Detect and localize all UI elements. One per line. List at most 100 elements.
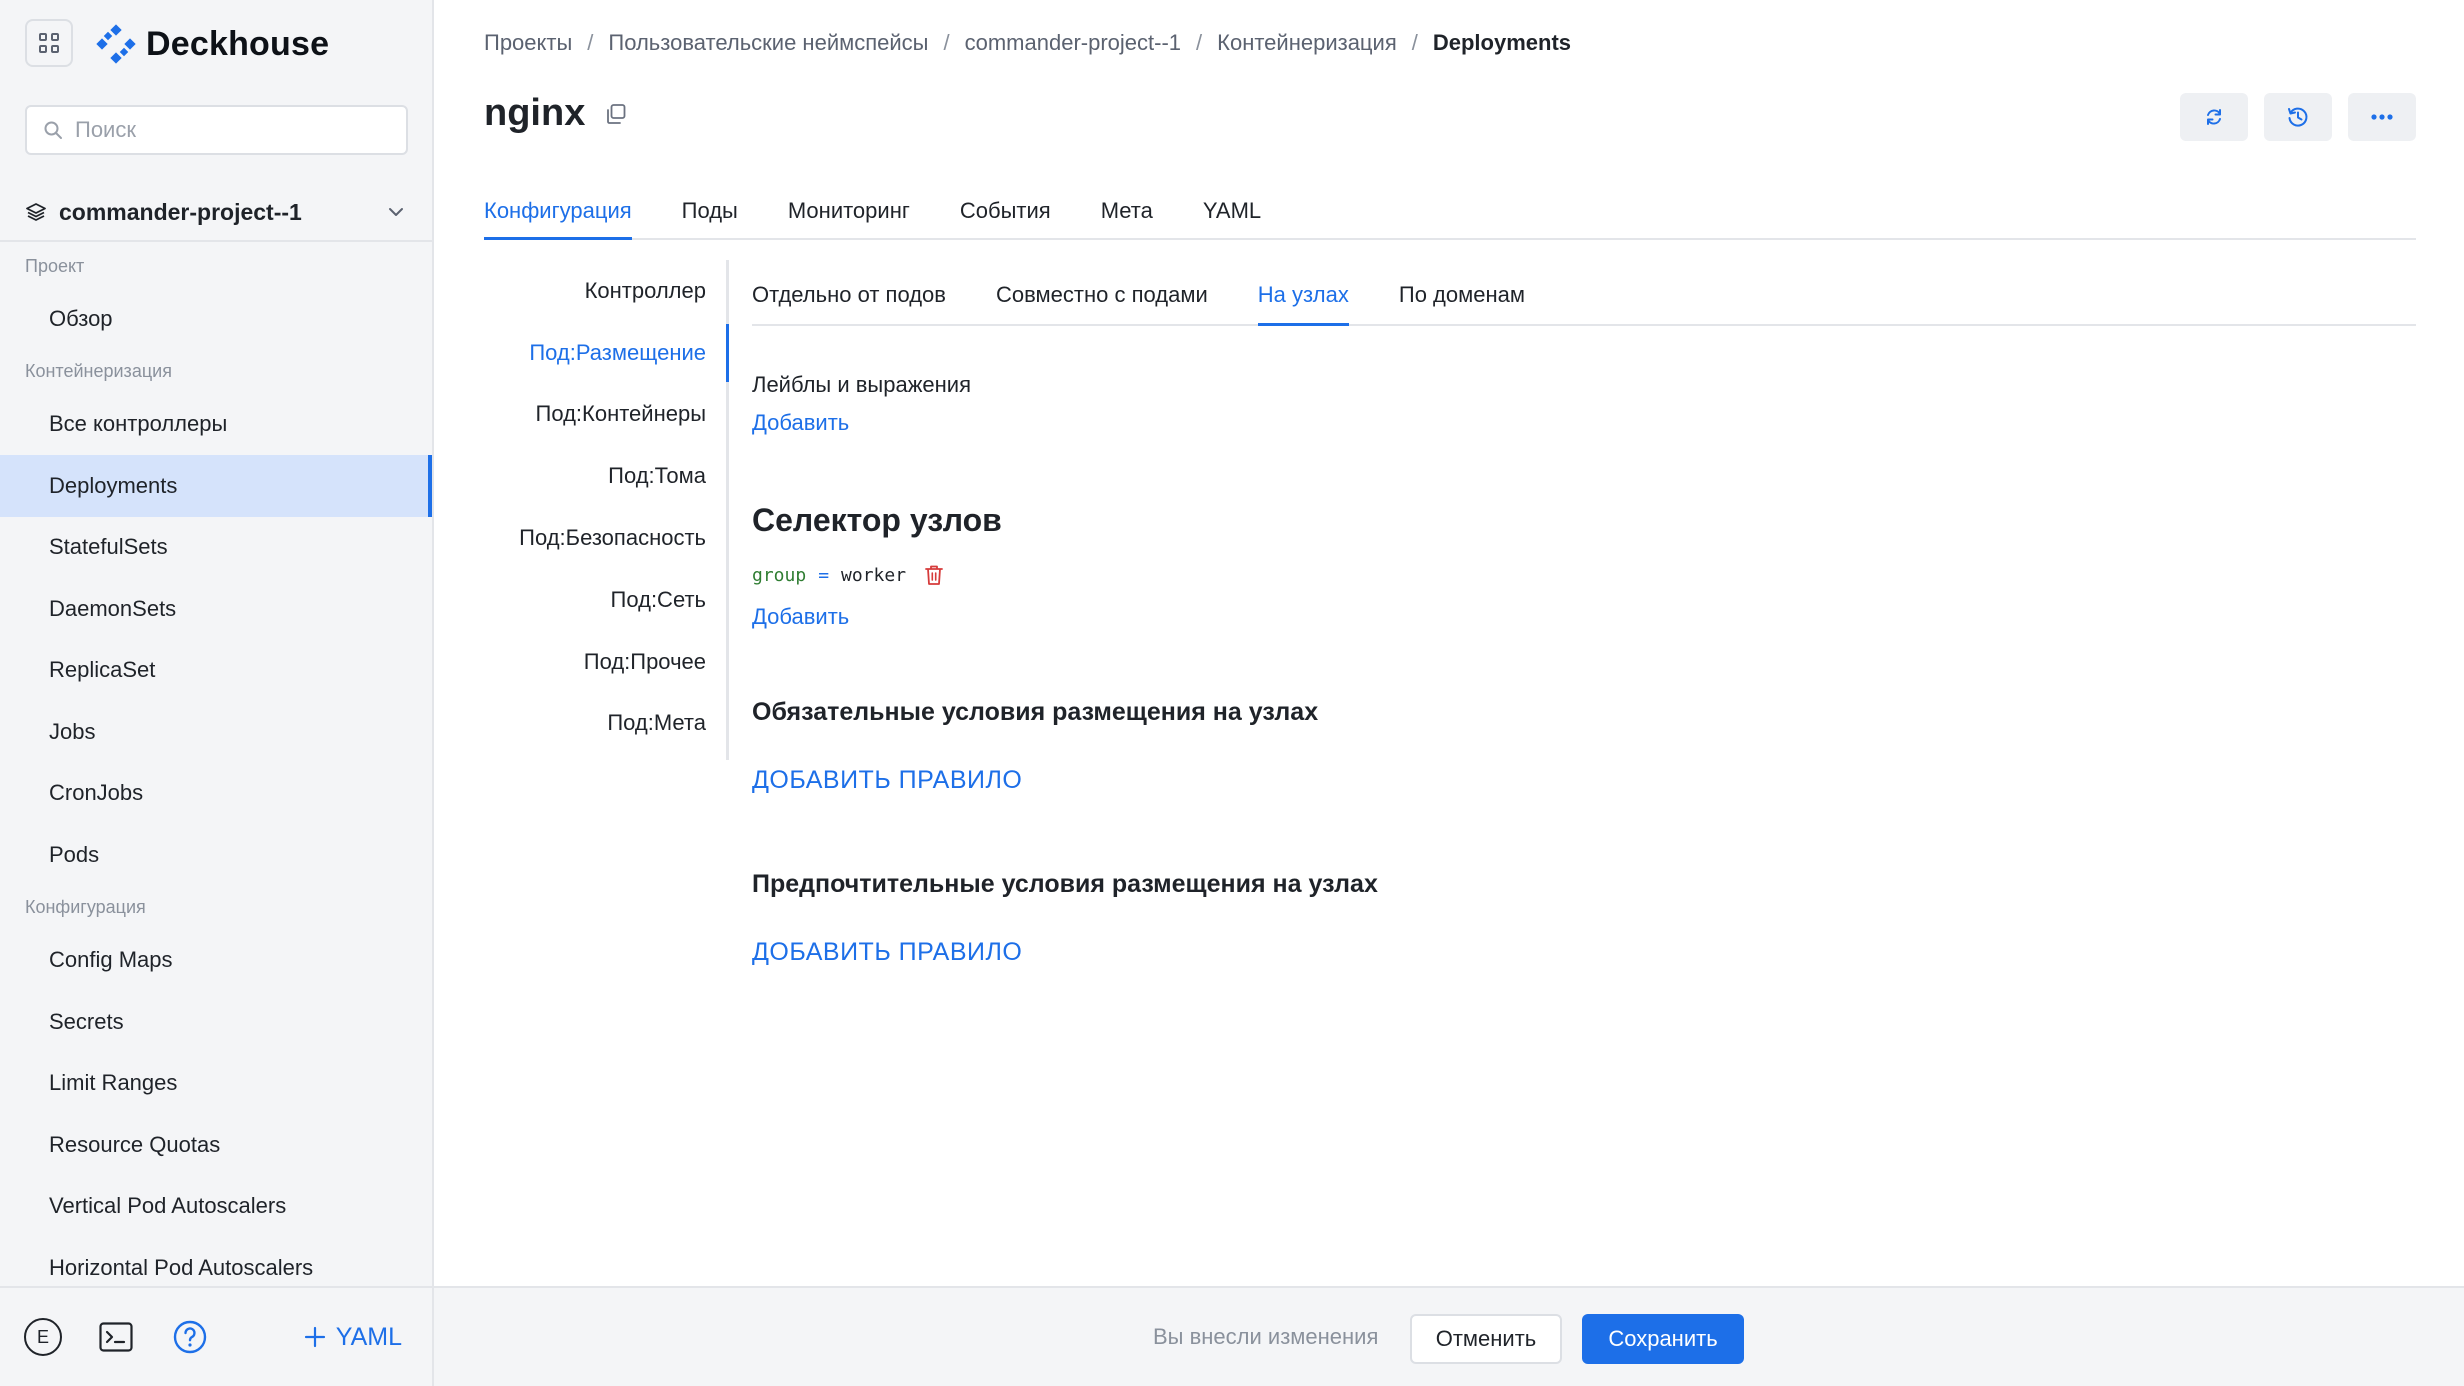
breadcrumb-separator: / <box>1411 30 1418 55</box>
apps-grid-icon <box>39 33 59 53</box>
history-icon <box>2288 107 2308 127</box>
sidebar-item-обзор[interactable]: Обзор <box>0 288 432 350</box>
add-selector-link[interactable]: Добавить <box>752 604 849 630</box>
config-nav-item[interactable]: Под:Безопасность <box>484 507 726 569</box>
help-button[interactable] <box>170 1317 210 1357</box>
sidebar-item-secrets[interactable]: Secrets <box>0 991 432 1053</box>
breadcrumb-separator: / <box>943 30 950 55</box>
selector-value: worker <box>841 564 907 586</box>
tab-yaml[interactable]: YAML <box>1203 190 1261 240</box>
sidebar-header: Deckhouse <box>0 0 432 88</box>
selector-key: group <box>752 564 807 586</box>
chevron-down-icon <box>389 208 403 216</box>
project-selector[interactable]: commander-project--1 <box>0 184 432 242</box>
add-preferred-rule-link[interactable]: ДОБАВИТЬ ПРАВИЛО <box>752 938 1022 967</box>
sidebar-item-limit-ranges[interactable]: Limit Ranges <box>0 1053 432 1115</box>
sidebar: Deckhouse commander-project--1 Проект Обз… <box>0 0 434 1386</box>
nav-section-title: Конфигурация <box>25 897 146 917</box>
node-selector-entry: group = worker <box>752 564 944 586</box>
delete-selector-button[interactable] <box>924 564 944 586</box>
avatar[interactable]: E <box>24 1318 62 1356</box>
refresh-button[interactable] <box>2180 93 2248 141</box>
sidebar-item-все-контроллеры[interactable]: Все контроллеры <box>0 394 432 456</box>
placement-panel: Отдельно от подов Совместно с подами На уз… <box>752 262 2416 966</box>
subtab-item[interactable]: По доменам <box>1399 262 1525 326</box>
config-nav-item[interactable]: Под:Размещение <box>484 322 729 384</box>
config-nav-item[interactable]: Под:Тома <box>484 445 726 507</box>
breadcrumb-separator: / <box>587 30 594 55</box>
sidebar-nav: Проект Обзор Контейнеризация Все контроллер… <box>0 244 432 1284</box>
more-horizontal-icon <box>2371 114 2393 120</box>
brand-name: Deckhouse <box>146 24 330 63</box>
tab-мониторинг[interactable]: Мониторинг <box>788 190 910 240</box>
sidebar-item-jobs[interactable]: Jobs <box>0 701 432 763</box>
sidebar-item-daemonsets[interactable]: DaemonSets <box>0 578 432 640</box>
trash-icon <box>925 565 943 585</box>
breadcrumb-item[interactable]: Контейнеризация <box>1217 30 1397 56</box>
tab-события[interactable]: События <box>960 190 1051 240</box>
history-button[interactable] <box>2264 93 2332 141</box>
apps-button[interactable] <box>25 19 73 67</box>
add-yaml-label: YAML <box>335 1322 402 1351</box>
help-icon <box>173 1320 207 1354</box>
config-nav-item[interactable]: Под:Контейнеры <box>484 384 726 446</box>
breadcrumb-item[interactable]: Проекты <box>484 30 572 56</box>
sidebar-item-deployments[interactable]: Deployments <box>0 455 432 517</box>
project-name: commander-project--1 <box>59 198 302 225</box>
required-conditions-title: Обязательные условия размещения на узлах <box>752 698 1319 726</box>
save-button[interactable]: Сохранить <box>1582 1314 1744 1364</box>
add-label-link[interactable]: Добавить <box>752 410 849 436</box>
unsaved-changes-bar: Вы внесли изменения Отменить Сохранить <box>434 1286 2464 1386</box>
config-nav-item[interactable]: Под:Мета <box>484 693 726 755</box>
subtab-item[interactable]: На узлах <box>1257 262 1349 326</box>
nav-section-title: Контейнеризация <box>25 361 172 381</box>
sidebar-item-pods[interactable]: Pods <box>0 824 432 886</box>
terminal-icon <box>99 1322 133 1352</box>
breadcrumb-item[interactable]: commander-project--1 <box>965 30 1181 56</box>
selector-operator: = <box>818 564 830 586</box>
add-yaml-button[interactable]: YAML <box>304 1323 402 1352</box>
title-row: nginx <box>484 92 627 135</box>
more-button[interactable] <box>2348 93 2416 141</box>
placement-subtabs: Отдельно от подов Совместно с подами На уз… <box>752 262 2416 326</box>
subtab-item[interactable]: Совместно с подами <box>996 262 1208 326</box>
sidebar-item-resource-quotas[interactable]: Resource Quotas <box>0 1114 432 1176</box>
tab-поды[interactable]: Поды <box>682 190 738 240</box>
config-nav-item[interactable]: Под:Прочее <box>484 631 726 693</box>
search-box[interactable] <box>25 105 408 155</box>
config-nav-item[interactable]: Контроллер <box>484 260 726 322</box>
terminal-button[interactable] <box>96 1317 136 1357</box>
config-section-nav: Контроллер Под:Размещение Под:Контейнеры По… <box>484 260 729 760</box>
sidebar-item-cronjobs[interactable]: CronJobs <box>0 763 432 825</box>
changes-notice: Вы внесли изменения <box>1153 1324 1379 1349</box>
main-tabs: Конфигурация Поды Мониторинг События Мета YAM… <box>484 190 2416 240</box>
tab-конфигурация[interactable]: Конфигурация <box>484 190 632 240</box>
sidebar-item-horizontal-pod-autoscalers[interactable]: Horizontal Pod Autoscalers <box>0 1237 432 1284</box>
copy-icon[interactable] <box>605 103 627 125</box>
search-icon <box>44 121 62 139</box>
sidebar-item-vertical-pod-autoscalers[interactable]: Vertical Pod Autoscalers <box>0 1176 432 1238</box>
sidebar-item-replicaset[interactable]: ReplicaSet <box>0 640 432 702</box>
labels-expressions-label: Лейблы и выражения <box>752 372 972 397</box>
subtab-item[interactable]: Отдельно от подов <box>752 262 946 326</box>
refresh-icon <box>2207 109 2221 125</box>
main-content: Проекты / Пользовательские неймспейсы / comm… <box>434 0 2464 1286</box>
cancel-button[interactable]: Отменить <box>1410 1314 1562 1364</box>
search-input[interactable] <box>75 117 395 143</box>
page-title: nginx <box>484 92 586 134</box>
preferred-conditions-title: Предпочтительные условия размещения на у… <box>752 870 1378 898</box>
node-selector-title: Селектор узлов <box>752 502 1002 538</box>
sidebar-footer: E YAML <box>0 1286 432 1386</box>
tab-мета[interactable]: Мета <box>1101 190 1153 240</box>
config-nav-item[interactable]: Под:Сеть <box>484 569 726 631</box>
breadcrumb-item[interactable]: Пользовательские неймспейсы <box>608 30 928 56</box>
breadcrumb-current: Deployments <box>1432 30 1572 55</box>
breadcrumb: Проекты / Пользовательские неймспейсы / comm… <box>484 30 1571 56</box>
nav-section-title: Проект <box>25 255 85 276</box>
sidebar-item-config-maps[interactable]: Config Maps <box>0 930 432 992</box>
deckhouse-logo-icon <box>96 24 136 64</box>
layers-icon <box>26 203 46 221</box>
add-required-rule-link[interactable]: ДОБАВИТЬ ПРАВИЛО <box>752 766 1022 795</box>
brand[interactable]: Deckhouse <box>96 20 329 68</box>
sidebar-item-statefulsets[interactable]: StatefulSets <box>0 517 432 579</box>
